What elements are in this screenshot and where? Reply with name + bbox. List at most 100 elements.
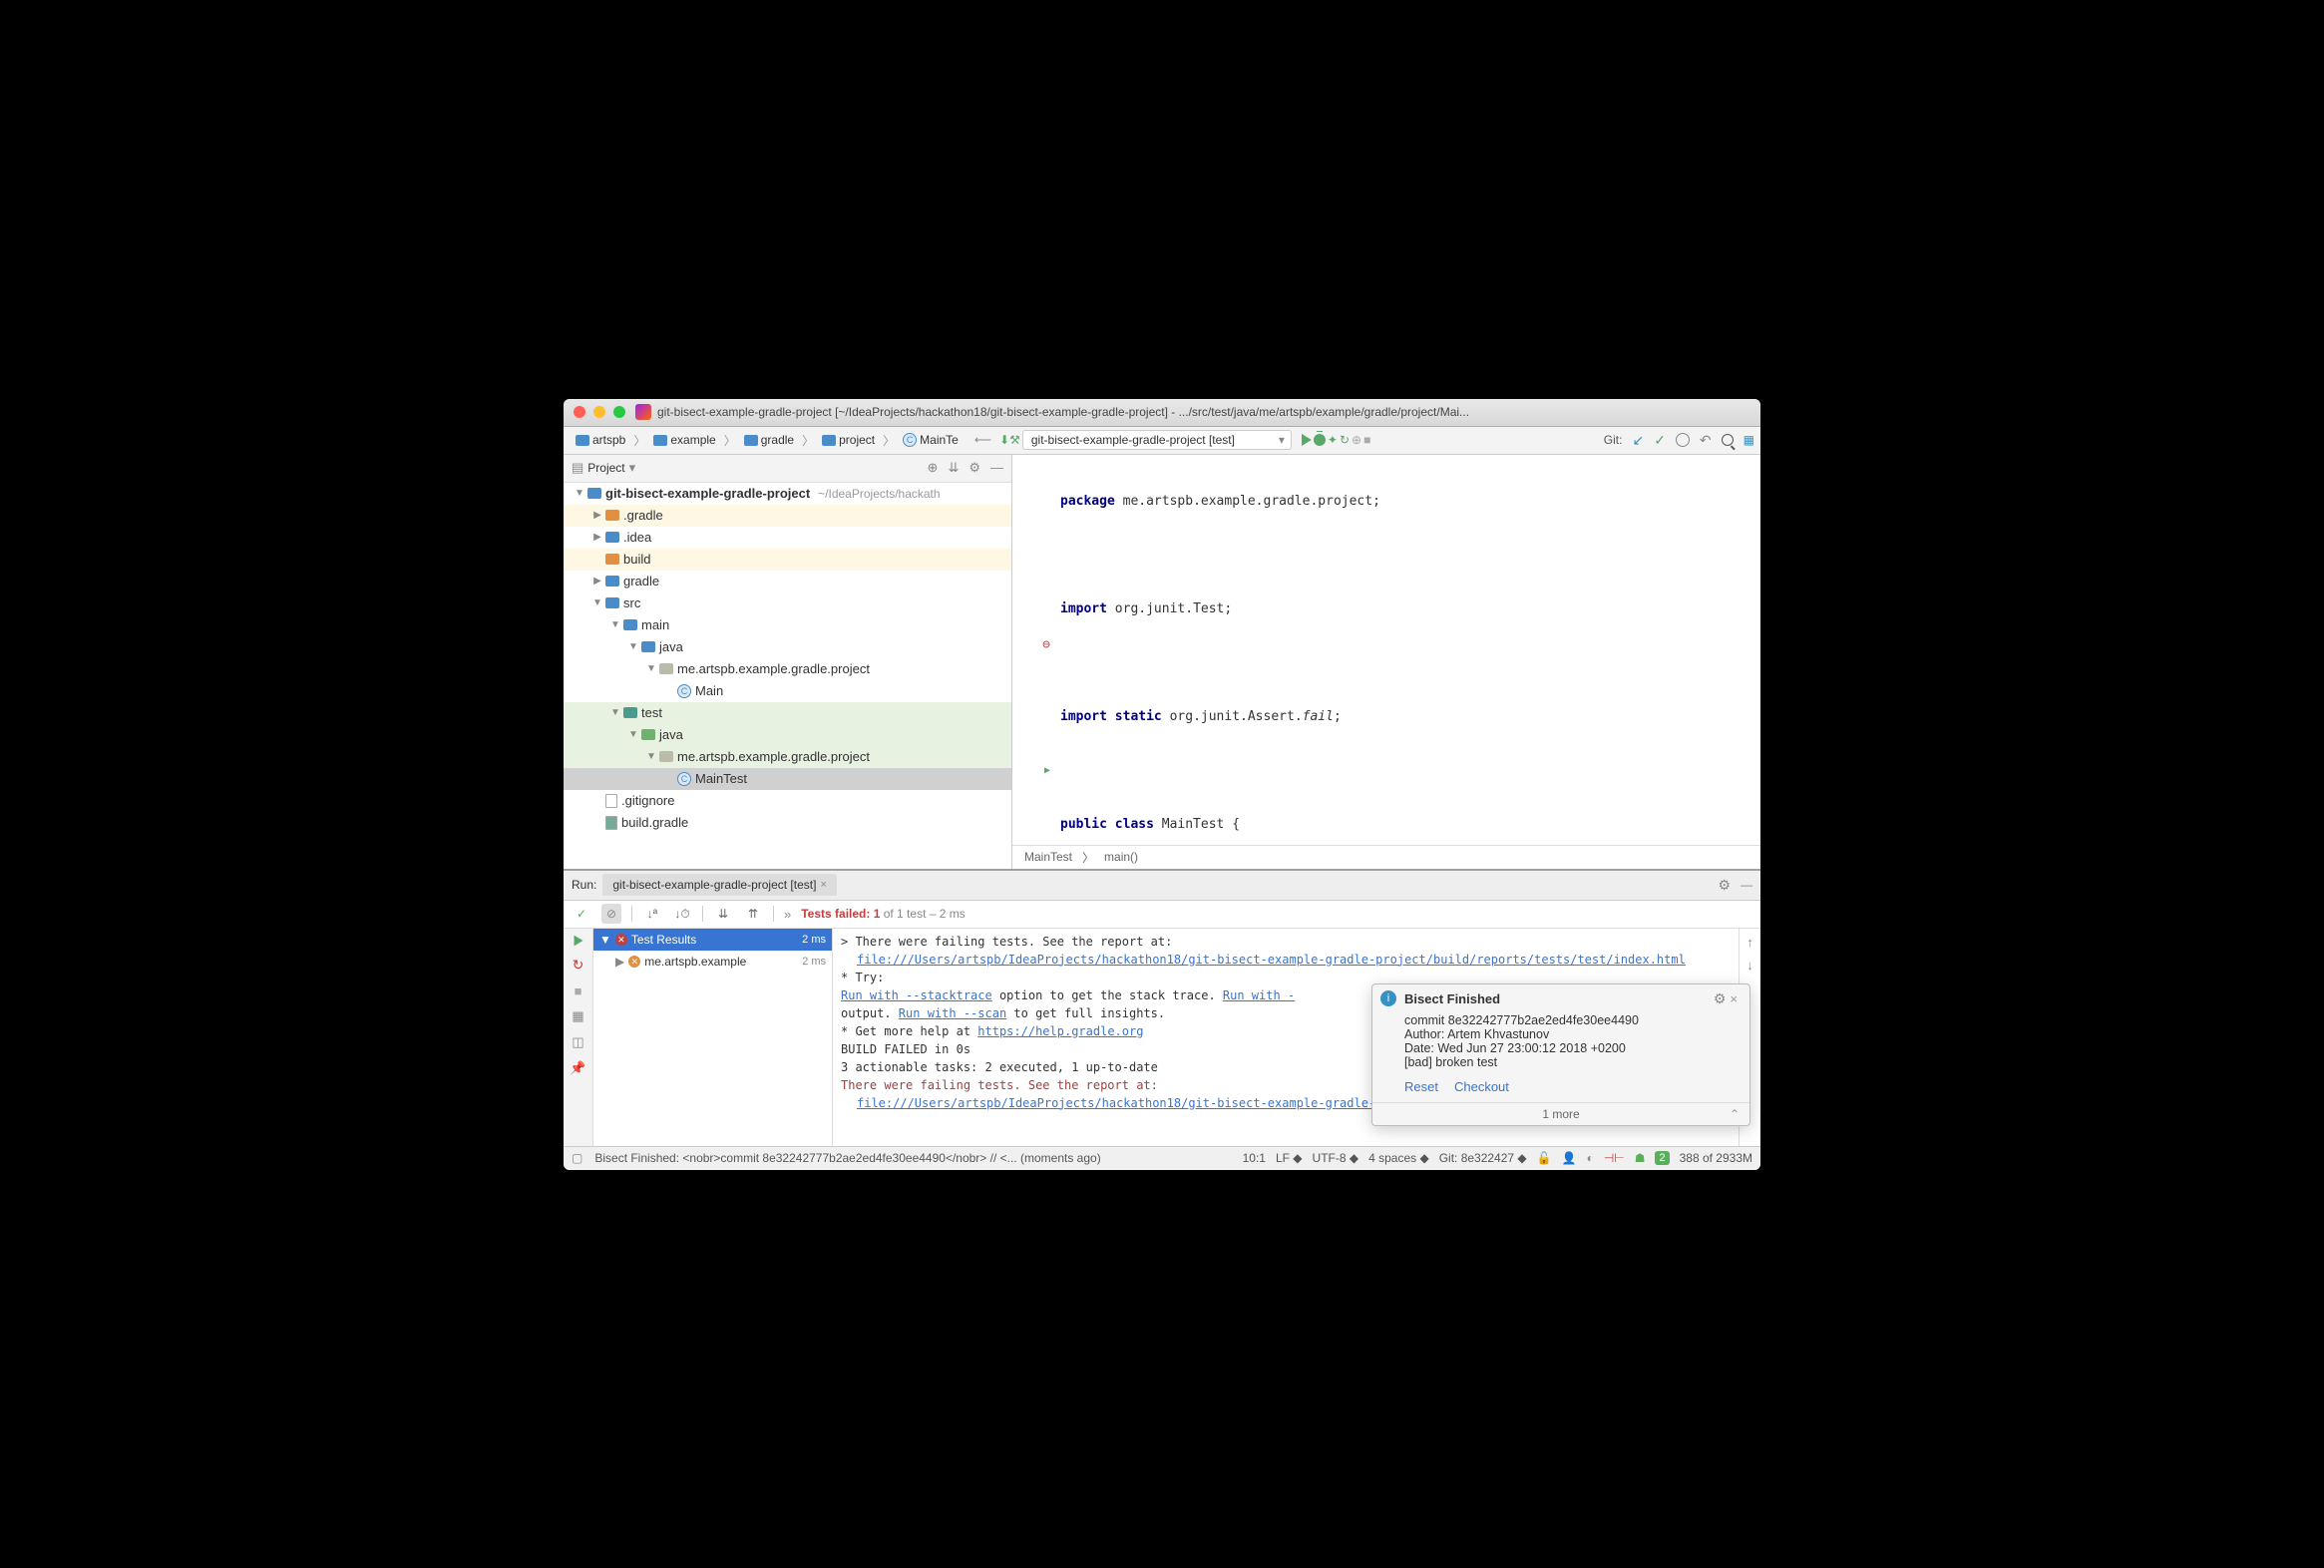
test-tree[interactable]: ▼✕ Test Results2 ms ▶✕ me.artspb.example… — [593, 929, 833, 1146]
ide-settings-icon[interactable]: ▦ — [1743, 433, 1754, 447]
tree-item[interactable]: CMain — [564, 680, 1011, 702]
status-icon[interactable]: ▢ — [572, 1151, 582, 1165]
breadcrumb-item[interactable]: project — [816, 431, 881, 449]
rerun-icon[interactable] — [574, 935, 582, 946]
gutter[interactable]: ⊖ ▶ — [1012, 457, 1056, 845]
power-icon[interactable]: ⊣⊢ — [1604, 1151, 1625, 1165]
tree-item[interactable]: build — [564, 549, 1011, 571]
layout-icon[interactable]: ▦ — [572, 1008, 583, 1024]
run-gutter-icon[interactable]: ▶ — [1012, 762, 1050, 780]
revert-icon[interactable]: ↶ — [1700, 432, 1712, 449]
locate-icon[interactable]: ⊕ — [928, 460, 939, 476]
tree-item[interactable]: ▼main — [564, 614, 1011, 636]
gear-icon[interactable]: ⚙ — [1718, 877, 1731, 894]
encoding[interactable]: UTF-8 ◆ — [1313, 1151, 1359, 1165]
inspection-icon[interactable]: 👤 — [1562, 1151, 1577, 1165]
gauge-icon[interactable]: ◐ — [1587, 1151, 1594, 1165]
tree-item[interactable]: ▼src — [564, 592, 1011, 614]
breadcrumb-class[interactable]: MainTest — [1024, 850, 1072, 864]
test-result-item[interactable]: ▶✕ me.artspb.example2 ms — [593, 951, 832, 973]
collapse-icon[interactable]: ⇈ — [743, 904, 763, 924]
code-editor[interactable]: ⊖ ▶ package me.artspb.example.gradle.pro… — [1012, 455, 1760, 845]
breadcrumb-method[interactable]: main() — [1104, 850, 1138, 864]
panel-title[interactable]: Project — [587, 461, 624, 475]
checkout-link[interactable]: Checkout — [1454, 1079, 1509, 1094]
tree-item[interactable]: ▼me.artspb.example.gradle.project — [564, 746, 1011, 768]
breadcrumb-item[interactable]: gradle — [738, 431, 800, 449]
hide-icon[interactable]: — — [1741, 878, 1752, 892]
search-icon[interactable] — [1722, 434, 1734, 446]
tree-item[interactable]: ▼me.artspb.example.gradle.project — [564, 658, 1011, 680]
hide-icon[interactable]: — — [990, 460, 1003, 476]
stop-icon[interactable]: ■ — [1363, 433, 1370, 447]
error-gutter-icon[interactable]: ⊖ — [1012, 636, 1050, 654]
pass-filter-icon[interactable]: ✓ — [572, 904, 591, 924]
gear-icon[interactable]: ⚙ — [1714, 990, 1727, 1007]
tree-item[interactable]: ▼java — [564, 724, 1011, 746]
history-icon[interactable] — [1676, 433, 1690, 447]
commit-icon[interactable]: ✓ — [1654, 432, 1666, 449]
caret-pos[interactable]: 10:1 — [1243, 1151, 1266, 1165]
tree-item[interactable]: ▼java — [564, 636, 1011, 658]
chevron-up-icon[interactable]: ⌃ — [1730, 1107, 1740, 1121]
memory-indicator[interactable]: 388 of 2933M — [1680, 1151, 1752, 1165]
help-link[interactable]: https://help.gradle.org — [977, 1024, 1143, 1038]
rerun-failed-icon[interactable]: ↻ — [573, 957, 584, 974]
git-branch[interactable]: Git: 8e322427 ◆ — [1439, 1151, 1527, 1165]
pin-icon[interactable]: 📌 — [570, 1060, 585, 1076]
indent[interactable]: 4 spaces ◆ — [1368, 1151, 1429, 1165]
tree-root[interactable]: ▼git-bisect-example-gradle-project~/Idea… — [564, 483, 1011, 505]
project-tree[interactable]: ▼git-bisect-example-gradle-project~/Idea… — [564, 483, 1011, 869]
tree-item[interactable]: ▶.gradle — [564, 505, 1011, 527]
update-icon[interactable]: ↙ — [1632, 432, 1644, 449]
build-button[interactable]: ⬇⚒ — [999, 433, 1020, 447]
folder-icon — [605, 510, 619, 521]
breadcrumb-item[interactable]: artspb — [570, 431, 631, 449]
lock-icon[interactable]: 🔓 — [1537, 1151, 1552, 1165]
fail-icon: ✕ — [615, 934, 627, 946]
expand-icon[interactable]: ⇊ — [713, 904, 733, 924]
stop-icon[interactable]: ■ — [575, 983, 582, 998]
sort-alpha-icon[interactable]: ↓ª — [642, 904, 662, 924]
test-results-root[interactable]: ▼✕ Test Results2 ms — [593, 929, 832, 951]
tree-item[interactable]: build.gradle — [564, 812, 1011, 834]
debug-icon[interactable] — [1314, 434, 1326, 446]
close-icon[interactable]: × — [820, 879, 826, 891]
scan-link[interactable]: Run with --scan — [899, 1006, 1006, 1020]
maximize-icon[interactable] — [613, 406, 625, 418]
collapse-icon[interactable]: ⇊ — [948, 460, 959, 476]
sort-time-icon[interactable]: ↓⏱ — [672, 904, 692, 924]
breadcrumb-item[interactable]: CMainTe — [897, 431, 965, 449]
quirk-icon[interactable]: ☗ — [1635, 1151, 1646, 1165]
notification-popup: i Bisect Finished ⚙ × commit 8e32242777b… — [1371, 983, 1750, 1126]
dock-icon[interactable]: ◫ — [572, 1034, 583, 1050]
minimize-icon[interactable] — [593, 406, 605, 418]
run-config-select[interactable]: git-bisect-example-gradle-project [test] — [1022, 430, 1292, 450]
down-arrow-icon[interactable]: ↓ — [1746, 958, 1753, 973]
back-button[interactable]: ⟵ — [974, 433, 991, 447]
attach-icon[interactable]: ⊕ — [1352, 433, 1361, 447]
run-tab[interactable]: git-bisect-example-gradle-project [test]… — [602, 874, 837, 896]
run-icon[interactable] — [1302, 434, 1312, 446]
ignore-filter-icon[interactable]: ⊘ — [601, 904, 621, 924]
tree-item[interactable]: ▶.idea — [564, 527, 1011, 549]
reset-link[interactable]: Reset — [1404, 1079, 1438, 1094]
ide-window: git-bisect-example-gradle-project [~/Ide… — [564, 399, 1760, 1170]
runwith-link[interactable]: Run with - — [1223, 988, 1295, 1002]
breadcrumb-item[interactable]: example — [647, 431, 721, 449]
tree-item-selected[interactable]: CMainTest — [564, 768, 1011, 790]
close-icon[interactable]: × — [1726, 991, 1742, 1006]
close-icon[interactable] — [574, 406, 585, 418]
tree-item[interactable]: .gitignore — [564, 790, 1011, 812]
coverage-icon[interactable]: ✦ — [1328, 433, 1338, 447]
line-sep[interactable]: LF ◆ — [1276, 1151, 1303, 1165]
up-arrow-icon[interactable]: ↑ — [1746, 935, 1753, 950]
tree-item[interactable]: ▼test — [564, 702, 1011, 724]
gear-icon[interactable]: ⚙ — [968, 460, 980, 476]
stacktrace-link[interactable]: Run with --stacktrace — [841, 988, 992, 1002]
profile-icon[interactable]: ↻ — [1340, 433, 1350, 447]
tree-item[interactable]: ▶gradle — [564, 571, 1011, 592]
folder-icon — [605, 576, 619, 587]
popup-footer[interactable]: 1 more ⌃ — [1372, 1102, 1749, 1125]
report-link[interactable]: file:///Users/artspb/IdeaProjects/hackat… — [857, 953, 1686, 967]
